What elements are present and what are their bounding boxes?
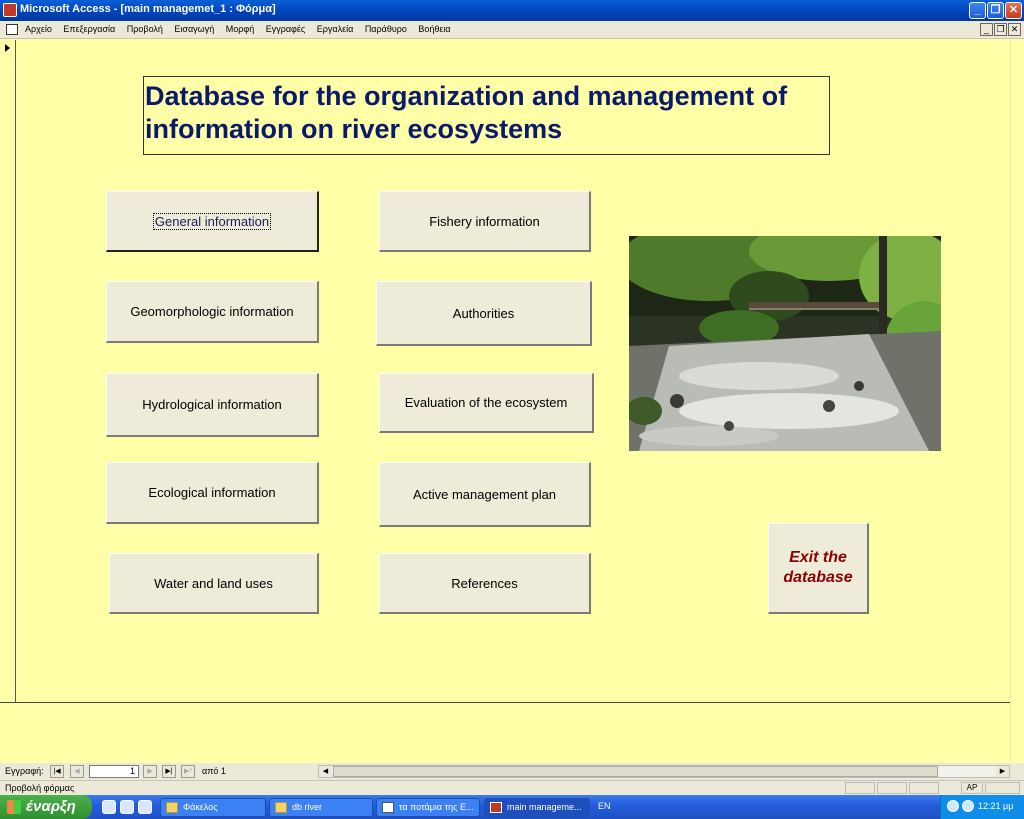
start-label: έναρξη — [26, 798, 76, 815]
menu-help[interactable]: Βοήθεια — [418, 24, 450, 34]
menu-format[interactable]: Μορφή — [226, 24, 254, 34]
record-selector[interactable] — [0, 40, 16, 702]
window-titlebar[interactable]: Microsoft Access - [main managemet_1 : Φ… — [0, 0, 1024, 21]
menu-items: Αρχείο Επεξεργασία Προβολή Εισαγωγή Μορφ… — [25, 24, 460, 34]
geomorphologic-information-label: Geomorphologic information — [130, 304, 294, 319]
previous-record-button[interactable]: ◀ — [70, 765, 84, 778]
evaluation-ecosystem-label: Evaluation of the ecosystem — [404, 395, 568, 410]
references-button[interactable]: References — [379, 553, 591, 614]
access-app-icon[interactable] — [3, 3, 17, 17]
current-record-arrow-icon — [5, 44, 10, 52]
taskbar-item-db-river[interactable]: db river — [269, 798, 373, 817]
menu-view[interactable]: Προβολή — [127, 24, 163, 34]
mdi-close-button[interactable]: ✕ — [1008, 23, 1021, 36]
close-button[interactable]: ✕ — [1005, 2, 1022, 19]
menu-insert[interactable]: Εισαγωγή — [174, 24, 214, 34]
caps-indicator: ΑΡ — [961, 782, 983, 794]
menu-window[interactable]: Παράθυρο — [365, 24, 407, 34]
scroll-thumb[interactable] — [333, 766, 938, 777]
system-tray: 12:21 μμ — [940, 795, 1024, 819]
ecological-information-button[interactable]: Ecological information — [106, 462, 319, 524]
menubar: Αρχείο Επεξεργασία Προβολή Εισαγωγή Μορφ… — [0, 21, 1024, 39]
mdi-minimize-button[interactable]: _ — [980, 23, 993, 36]
water-land-uses-button[interactable]: Water and land uses — [109, 553, 319, 614]
status-bar: Προβολή φόρμας ΑΡ — [0, 780, 1024, 795]
exit-label-line2: database — [783, 569, 853, 586]
taskbar-item-rivers-doc[interactable]: τα ποτάμια της Ε... — [376, 798, 480, 817]
folder-icon — [166, 802, 178, 813]
status-cell-3 — [909, 782, 939, 794]
authorities-button[interactable]: Authorities — [376, 281, 592, 346]
windows-logo-icon — [7, 800, 21, 814]
general-information-label: General information — [152, 212, 272, 230]
scroll-left-arrow-icon[interactable]: ◀ — [319, 766, 332, 777]
geomorphologic-information-button[interactable]: Geomorphologic information — [106, 281, 319, 343]
restore-button[interactable]: ❐ — [987, 2, 1004, 19]
hydrological-information-label: Hydrological information — [142, 397, 282, 412]
hydrological-information-button[interactable]: Hydrological information — [106, 373, 319, 437]
water-land-uses-label: Water and land uses — [154, 575, 273, 591]
active-management-plan-label: Active management plan — [412, 486, 557, 502]
mdi-restore-button[interactable]: ❐ — [994, 23, 1007, 36]
status-cell-2 — [877, 782, 907, 794]
taskbar-item-folder[interactable]: Φάκελος — [160, 798, 266, 817]
volume-icon[interactable] — [962, 800, 974, 812]
menu-records[interactable]: Εγγραφές — [266, 24, 306, 34]
first-record-button[interactable]: |◀ — [50, 765, 64, 778]
general-information-button[interactable]: General information — [106, 191, 319, 252]
taskbar-item-label: main manageme... — [507, 802, 582, 812]
browser-icon[interactable] — [138, 800, 152, 814]
status-cell-1 — [845, 782, 875, 794]
river-photo — [629, 236, 941, 451]
language-indicator[interactable]: EN — [598, 801, 611, 811]
document-icon — [382, 802, 394, 813]
next-record-button[interactable]: ▶ — [143, 765, 157, 778]
last-record-button[interactable]: ▶| — [162, 765, 176, 778]
show-desktop-icon[interactable] — [102, 800, 116, 814]
ecological-information-label: Ecological information — [148, 485, 276, 500]
menu-tools[interactable]: Εργαλεία — [317, 24, 354, 34]
record-navigation-bar: Εγγραφή: |◀ ◀ 1 ▶ ▶| ▶* από 1 ◀ ▶ — [0, 763, 1024, 780]
authorities-label: Authorities — [452, 305, 515, 321]
record-count: από 1 — [202, 766, 226, 776]
status-cell-5 — [985, 782, 1020, 794]
exit-database-button[interactable]: Exit the database — [768, 523, 869, 614]
form-right-edge — [1010, 40, 1024, 762]
minimize-button[interactable]: _ — [969, 2, 986, 19]
clock[interactable]: 12:21 μμ — [978, 801, 1013, 811]
references-label: References — [451, 575, 518, 591]
taskbar-item-label: Φάκελος — [183, 802, 218, 812]
horizontal-scrollbar[interactable]: ◀ ▶ — [318, 765, 1010, 778]
page-title: Database for the organization and manage… — [145, 81, 788, 144]
scroll-right-arrow-icon[interactable]: ▶ — [996, 766, 1009, 777]
folder-icon — [275, 802, 287, 813]
taskbar-item-label: db river — [292, 802, 323, 812]
taskbar-item-label: τα ποτάμια της Ε... — [399, 802, 474, 812]
taskbar-item-main-management[interactable]: main manageme... — [484, 798, 590, 817]
status-text: Προβολή φόρμας — [5, 783, 75, 793]
evaluation-ecosystem-button[interactable]: Evaluation of the ecosystem — [379, 373, 594, 433]
fishery-information-button[interactable]: Fishery information — [379, 191, 591, 252]
network-icon[interactable] — [947, 800, 959, 812]
start-button[interactable]: έναρξη — [0, 795, 92, 819]
new-record-button[interactable]: ▶* — [181, 765, 195, 778]
media-player-icon[interactable] — [120, 800, 134, 814]
fishery-information-label: Fishery information — [429, 213, 540, 229]
windows-taskbar: έναρξη Φάκελος db river τα ποτάμια της Ε… — [0, 795, 1024, 819]
window-title: Microsoft Access - [main managemet_1 : Φ… — [20, 3, 276, 15]
record-label: Εγγραφή: — [5, 766, 44, 776]
exit-label-line1: Exit the — [789, 549, 847, 566]
form-document-icon[interactable] — [6, 24, 18, 35]
menu-edit[interactable]: Επεξεργασία — [63, 24, 115, 34]
access-form-icon — [490, 802, 502, 813]
menu-file[interactable]: Αρχείο — [25, 24, 52, 34]
active-management-plan-button[interactable]: Active management plan — [379, 462, 591, 527]
current-record-input[interactable]: 1 — [89, 765, 139, 778]
form-footer-divider — [0, 702, 1010, 703]
